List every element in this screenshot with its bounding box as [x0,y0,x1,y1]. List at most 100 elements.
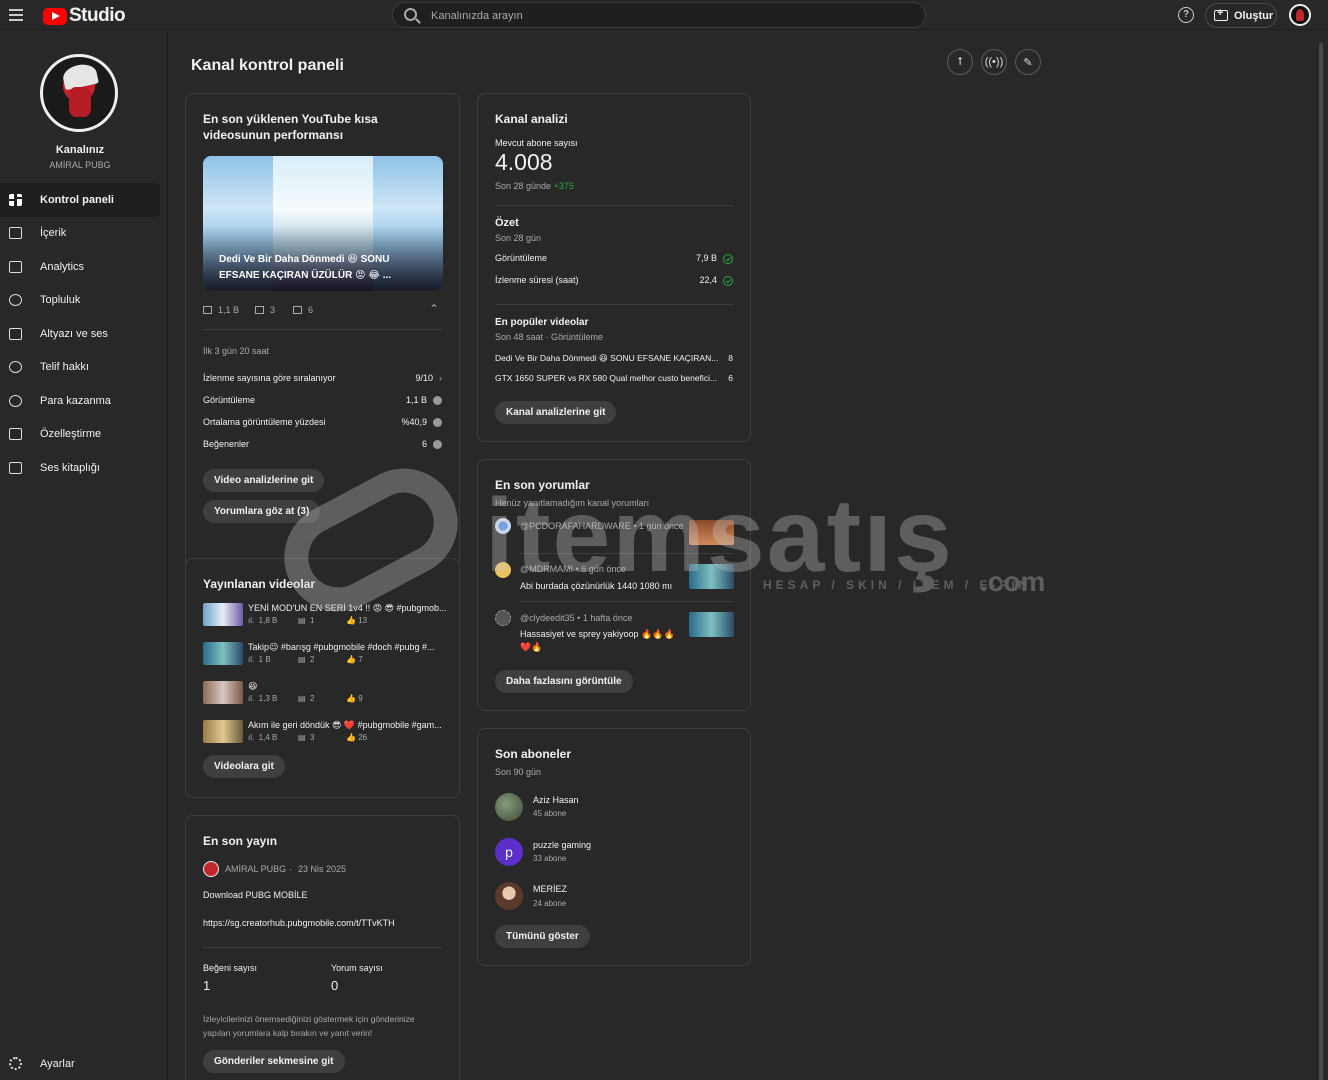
short-thumbnail[interactable]: Dedi Ve Bir Daha Dönmedi 😆 SONU EFSANE K… [203,156,443,291]
channel-analytics-card: Kanal analizi Mevcut abone sayısı 4.008 … [477,93,751,442]
comment-time: 1 hafta önce [582,613,633,623]
go-to-videos-button[interactable]: Videolara git [203,755,285,778]
scrollbar[interactable] [1319,43,1323,1080]
video-analytics-button[interactable]: Video analizlerine git [203,469,325,492]
comment-author[interactable]: @clydeedit35 [520,613,575,623]
sidebar-item-dashboard[interactable]: Kontrol paneli [0,183,160,217]
comment-text: Hassasiyet ve sprey yakiyoop 🔥🔥🔥 [520,629,675,639]
likes-text: 26 [358,733,368,742]
view-more-comments-button[interactable]: Daha fazlasını görüntüle [495,670,633,693]
check-icon [723,253,733,264]
video-row[interactable]: Akım ile geri döndük 😎 ❤️ #pubgmobile #g… [203,720,448,744]
sidebar-item-community[interactable]: Topluluk [0,284,160,318]
row-value: 6 [422,439,442,450]
sidebar-item-analytics[interactable]: Analytics [0,250,160,284]
divider [495,205,733,206]
views-text: 1,4 B [258,733,278,742]
post-separator: · [289,864,292,874]
customization-icon [9,428,22,441]
comments-text: 3 [310,733,315,742]
main-content: Kanal kontrol paneli ⭡ ((•)) ✎ En son yü… [169,31,1328,1080]
top-video-row[interactable]: Dedi Ve Bir Daha Dönmedi 😆 SONU EFSANE K… [495,353,733,364]
video-row[interactable]: YENİ MOD'UN EN SERİ 1v4 !! 😡 😎 #pubgmob.… [203,603,448,627]
sidebar-item-subtitles[interactable]: Altyazı ve ses [0,317,160,351]
channel-avatar[interactable] [40,54,118,132]
sidebar-item-settings[interactable]: Ayarlar [9,1057,75,1070]
comment-author[interactable]: @PCDORAFAHARDWARE [520,521,631,531]
subscriber-name[interactable]: MERİEZ [533,884,567,894]
sidebar-item-audio-library[interactable]: Ses kitaplığı [0,451,160,485]
published-videos-card: Yayınlanan videolar YENİ MOD'UN EN SERİ … [185,558,460,798]
commenter-avatar[interactable] [495,518,511,534]
channel-analytics-button[interactable]: Kanal analizlerine git [495,401,617,424]
likes-count: 1 [203,978,211,993]
sidebar-item-label: Altyazı ve ses [40,327,108,340]
likes-row: Beğenenler 6 [203,439,442,450]
views-value: ıl. 1 B [248,655,271,664]
post-icon[interactable]: ✎ [1015,49,1041,75]
row-label: Beğenenler [203,439,250,449]
help-icon[interactable]: ? [1178,7,1194,23]
show-all-subscribers-button[interactable]: Tümünü göster [495,925,590,948]
view-comments-button[interactable]: Yorumlara göz at (3) [203,500,321,523]
comment-author[interactable]: @MDRMAMI [520,564,573,574]
menu-icon[interactable] [9,9,23,21]
subscriber-avatar[interactable]: p [495,838,523,866]
row-value: 22,4 [699,275,733,286]
video-title: Akım ile geri döndük 😎 ❤️ #pubgmobile #g… [248,720,442,730]
row-value: %40,9 [401,417,442,428]
search-input[interactable]: Kanalınızda arayın [392,2,926,28]
chevron-up-icon[interactable]: ⌃ [429,302,439,316]
subscriber-name[interactable]: Aziz Hasan [533,795,579,805]
info-icon[interactable] [433,418,442,428]
short-title: Dedi Ve Bir Daha Dönmedi 😆 SONU EFSANE K… [219,254,392,281]
info-icon[interactable] [433,440,442,450]
monetization-icon [9,394,22,407]
sidebar-item-label: İçerik [40,227,67,240]
subscribers-label: Mevcut abone sayısı [495,138,578,148]
sidebar-item-customization[interactable]: Özelleştirme [0,418,160,452]
post-link[interactable]: https://sg.creatorhub.pubgmobile.com/t/T… [203,918,395,928]
sidebar-item-label: Analytics [40,260,85,273]
commenter-avatar[interactable] [495,562,511,578]
create-button[interactable]: Oluştur [1205,3,1277,28]
studio-logo[interactable]: Studio [43,5,126,27]
video-row[interactable]: 😆 ıl. 1,3 B ▤ 2 👍 9 [203,681,448,705]
row-label: GTX 1650 SUPER vs RX 580 Qual melhor cus… [495,373,718,383]
sidebar-item-monetization[interactable]: Para kazanma [0,384,160,418]
gear-icon [9,1057,22,1070]
commenter-avatar[interactable] [495,610,511,626]
account-avatar[interactable] [1289,4,1311,26]
audio-library-icon [9,461,22,474]
subscriber-avatar[interactable] [495,882,523,910]
top-video-row[interactable]: GTX 1650 SUPER vs RX 580 Qual melhor cus… [495,373,733,383]
channel-name: AMİRAL PUBG [49,160,111,170]
create-label: Oluştur [1234,9,1274,22]
video-row[interactable]: Takip😉 #barışg #pubgmobile #doch #pubg #… [203,642,448,666]
row-value-text: %40,9 [401,417,427,427]
create-video-icon [1214,7,1228,21]
views-text: 1,3 B [258,694,278,703]
upload-icon[interactable]: ⭡ [947,49,973,75]
go-to-posts-button[interactable]: Gönderiler sekmesine git [203,1050,345,1073]
ranking-row[interactable]: İzlenme sayısına göre sıralanıyor 9/10 › [203,373,442,383]
comment-video-thumbnail[interactable] [689,612,734,637]
comments-subtitle: Henüz yanıtlamadığım kanal yorumları [495,498,650,508]
live-icon[interactable]: ((•)) [981,49,1007,75]
comment-video-thumbnail[interactable] [689,564,734,589]
comment-video-thumbnail[interactable] [689,520,734,545]
subscribers-change: Son 28 günde +375 [495,181,574,191]
views-stat: 1,1 B [203,305,239,315]
search-icon [404,8,417,21]
latest-comments-card: En son yorumlar Henüz yanıtlamadığım kan… [477,459,751,711]
comments-value: ▤ 2 [298,655,315,664]
page-title: Kanal kontrol paneli [191,57,344,74]
subscriber-name[interactable]: puzzle gaming [533,840,591,850]
change-label: Son 28 günde [495,181,552,191]
info-icon[interactable] [433,396,442,406]
likes-value: 👍 7 [346,655,363,664]
row-value-text: 9/10 [415,373,433,383]
subscriber-avatar[interactable] [495,793,523,821]
sidebar-item-content[interactable]: İçerik [0,217,160,251]
sidebar-item-copyright[interactable]: Telif hakkı [0,351,160,385]
